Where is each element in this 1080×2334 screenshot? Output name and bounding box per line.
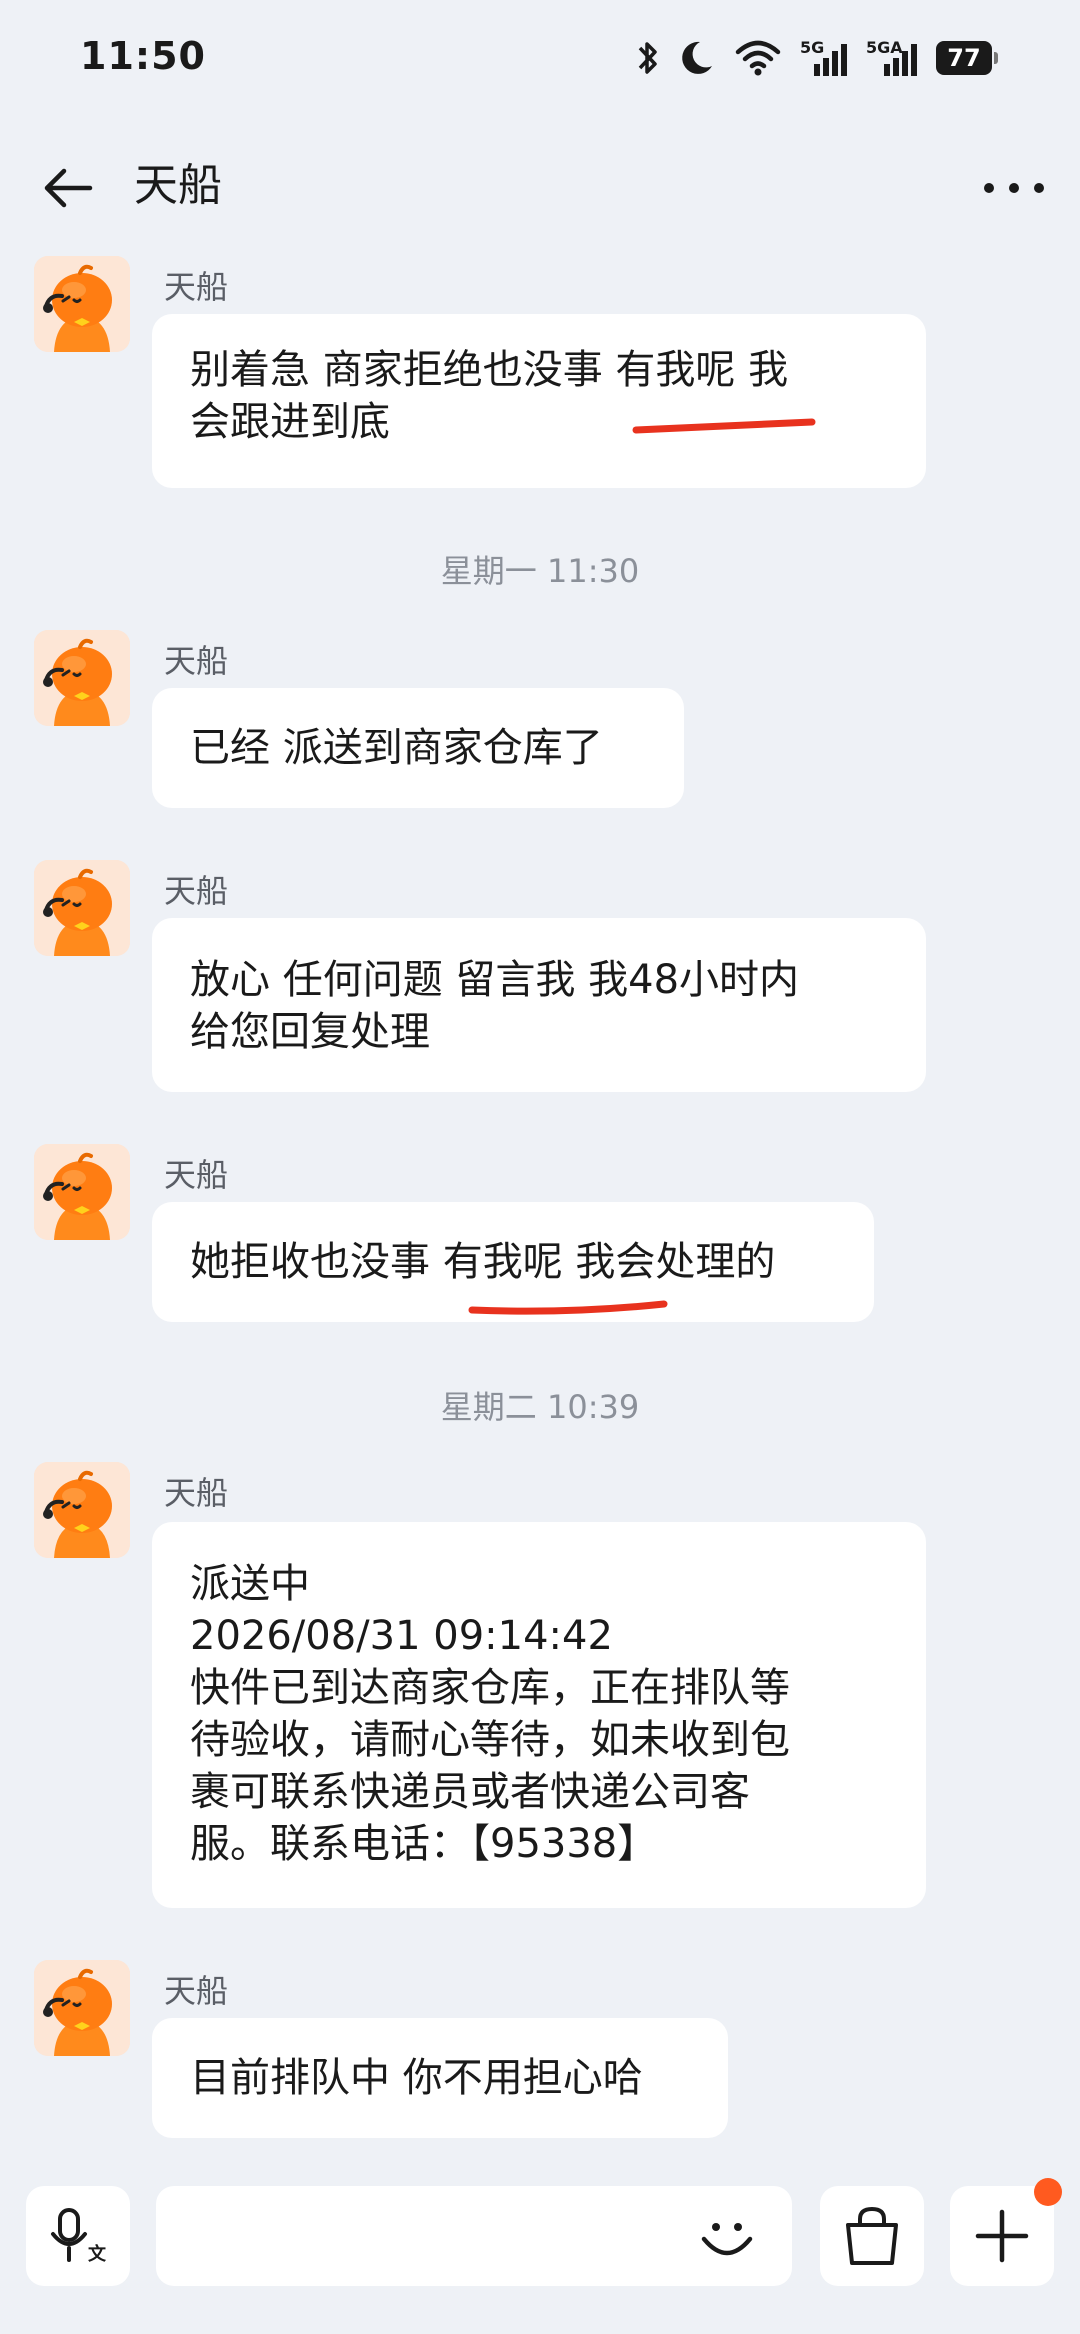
shop-button[interactable] (820, 2186, 924, 2286)
timestamp: 星期二 10:39 (440, 1388, 640, 1426)
avatar[interactable] (34, 1144, 130, 1240)
smiley-icon[interactable] (696, 2205, 758, 2267)
avatar[interactable] (34, 1960, 130, 2056)
plus-icon (975, 2209, 1029, 2263)
message-bubble[interactable]: 别着急 商家拒绝也没事 有我呢 我 会跟进到底 (152, 314, 926, 488)
signal1-label: 5G (800, 38, 825, 57)
mascot-avatar-icon (34, 630, 130, 726)
message-bubble[interactable]: 派送中 2026/08/31 09:14:42 快件已到达商家仓库，正在排队等 … (152, 1522, 926, 1908)
sender-name: 天船 (164, 872, 229, 910)
message-bubble[interactable]: 目前排队中 你不用担心哈 (152, 2018, 728, 2138)
status-icons: 5G 5GA 77 (636, 38, 998, 78)
moon-icon (682, 41, 712, 74)
status-time: 11:50 (80, 34, 206, 78)
signal-5ga-icon: 5GA (866, 38, 918, 78)
input-bar: 文 (0, 2170, 1080, 2334)
sender-name: 天船 (164, 268, 229, 306)
avatar[interactable] (34, 256, 130, 352)
avatar[interactable] (34, 630, 130, 726)
message-input[interactable] (156, 2186, 792, 2286)
wifi-icon (735, 40, 781, 76)
mascot-avatar-icon (34, 860, 130, 956)
timestamp: 星期一 11:30 (440, 552, 640, 590)
svg-text:文: 文 (88, 2243, 106, 2265)
more-horizontal-icon (984, 183, 994, 193)
battery-icon: 77 (936, 41, 998, 75)
arrow-left-icon (44, 168, 93, 208)
bluetooth-icon (638, 42, 657, 74)
shopping-bag-icon (846, 2206, 898, 2265)
avatar[interactable] (34, 860, 130, 956)
voice-input-button[interactable]: 文 (26, 2186, 130, 2286)
mascot-avatar-icon (34, 256, 130, 352)
microphone-translate-icon: 文 (51, 2208, 106, 2265)
battery-level: 77 (936, 41, 998, 75)
sender-name: 天船 (164, 1474, 229, 1512)
signal2-label: 5GA (866, 38, 903, 57)
chat-header: 天船 (0, 140, 1080, 230)
more-options-button[interactable] (984, 160, 1044, 216)
message-bubble[interactable]: 放心 任何问题 留言我 我48小时内 给您回复处理 (152, 918, 926, 1092)
sender-name: 天船 (164, 1972, 229, 2010)
red-underline-annotation (468, 1300, 668, 1315)
signal-5g-icon: 5G (800, 38, 848, 78)
notification-dot (1034, 2178, 1062, 2206)
mascot-avatar-icon (34, 1144, 130, 1240)
add-button[interactable] (950, 2178, 1062, 2286)
chat-title: 天船 (134, 160, 222, 211)
sender-name: 天船 (164, 1156, 229, 1194)
mascot-avatar-icon (34, 1960, 130, 2056)
back-button[interactable] (38, 158, 98, 218)
red-underline-annotation (632, 418, 816, 434)
sender-name: 天船 (164, 642, 229, 680)
mascot-avatar-icon (34, 1462, 130, 1558)
status-bar: 11:50 5G 5GA 77 (0, 0, 1080, 120)
avatar[interactable] (34, 1462, 130, 1558)
message-bubble[interactable]: 已经 派送到商家仓库了 (152, 688, 684, 808)
